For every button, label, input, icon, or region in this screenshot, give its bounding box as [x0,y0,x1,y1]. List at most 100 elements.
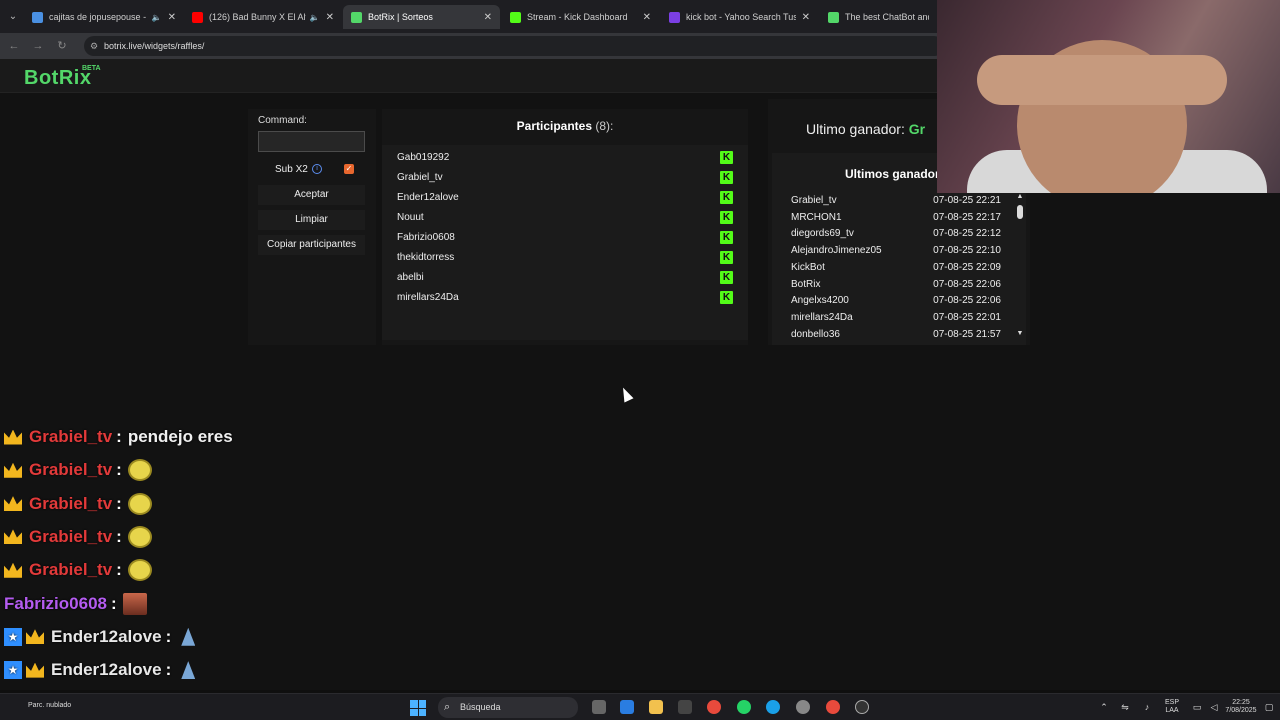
network-icon[interactable]: ⇋ [1120,702,1130,712]
store-icon[interactable] [678,700,692,714]
last-winner: Ultimo ganador: Gr [806,121,926,137]
scroll-thumb[interactable] [1017,205,1023,219]
kick-icon: K [720,251,733,264]
participant-row: Nouut K [397,210,733,226]
chat-username: Grabiel_tv [29,526,113,546]
mouse-cursor [618,385,634,403]
browser-tab[interactable]: cajitas de jopusepouse - Al 🔈 ✕ [24,5,184,29]
winner-row: donbello36 07-08-25 21:57 [791,328,1001,344]
copy-participants-button[interactable]: Copiar participantes [258,235,365,255]
crown-badge-icon [26,662,44,678]
accept-button[interactable]: Aceptar [258,185,365,205]
chrome-active-icon[interactable] [826,700,840,714]
winners-scrollbar[interactable]: ▲ ▼ [1016,193,1024,338]
participant-row: thekidtorress K [397,250,733,266]
winner-name: MRCHON1 [791,211,842,223]
browser-tab[interactable]: The best ChatBot and Widg [820,5,937,29]
command-input[interactable] [258,131,365,152]
taskbar-search-label: Búsqueda [460,702,501,712]
tray-chevron-icon[interactable]: ⌃ [1099,702,1109,712]
forward-icon[interactable]: → [30,38,46,54]
tab-close-icon[interactable]: ✕ [802,12,810,23]
chat-username: Ender12alove [51,626,162,646]
winner-row: Grabiel_tv 07-08-25 22:21 [791,194,1001,210]
file-explorer-icon[interactable] [649,700,663,714]
winner-name: BotRix [791,278,821,290]
winner-date: 07-08-25 22:01 [933,311,1001,323]
microphone-icon[interactable]: ♪ [1142,702,1152,712]
winner-row: mirellars24Da 07-08-25 22:01 [791,311,1001,327]
crown-badge-icon [4,429,22,445]
scroll-down-icon[interactable]: ▼ [1016,330,1024,338]
scroll-up-icon[interactable]: ▲ [1016,193,1024,201]
winner-date: 07-08-25 22:06 [933,278,1001,290]
star-badge-icon: ★ [4,661,22,680]
tab-audio-icon[interactable]: 🔈 [310,13,320,22]
winner-date: 07-08-25 22:17 [933,211,1001,223]
face-emote-icon [127,459,152,482]
winner-row: KickBot 07-08-25 22:09 [791,261,1001,277]
winner-name: AlejandroJimenez05 [791,245,882,257]
winner-date: 07-08-25 22:21 [933,195,1001,206]
site-info-icon[interactable]: ⚙ [90,41,100,51]
participant-row: Grabiel_tv K [397,170,733,186]
back-icon[interactable]: ← [6,38,22,54]
edge-icon[interactable] [766,700,780,714]
browser-tab[interactable]: Stream - Kick Dashboard ✕ [502,5,659,29]
crown-badge-icon [4,562,22,578]
copilot-icon[interactable] [620,700,634,714]
browser-tab[interactable]: BotRix | Sorteos ✕ [343,5,500,29]
tab-favicon-icon [351,11,362,23]
participant-row: mirellars24Da K [397,290,733,306]
participant-row: Fabrizio0608 K [397,230,733,246]
winner-row: MRCHON1 07-08-25 22:17 [791,211,1001,227]
sub-x2-option: Sub X2 i ✓ [258,163,365,177]
clear-button[interactable]: Limpiar [258,210,365,230]
taskbar-search[interactable]: ⌕ Búsqueda [438,697,578,718]
info-icon[interactable]: i [312,164,322,174]
winner-name: diegords69_tv [791,228,854,240]
chrome-icon[interactable] [707,700,721,714]
sub-x2-checkbox[interactable]: ✓ [344,164,354,174]
settings-gear-icon[interactable] [796,700,810,714]
chat-message: Grabiel_tv: [4,524,152,550]
whatsapp-icon[interactable] [737,700,751,714]
browser-tab[interactable]: kick bot - Yahoo Search Tus res ✕ [661,5,818,29]
tab-favicon-icon [828,11,839,23]
app-icon[interactable] [855,700,869,714]
reload-icon[interactable]: ↻ [54,38,70,54]
participant-name: thekidtorress [397,252,455,263]
display-icon[interactable]: ▭ [1192,702,1202,712]
crown-badge-icon [4,496,22,512]
tab-label: BotRix | Sorteos [368,12,433,22]
volume-icon[interactable]: ◁ [1209,702,1219,712]
winner-date: 07-08-25 22:09 [933,261,1001,273]
language-indicator[interactable]: ESP LAA [1160,699,1184,715]
participants-list: Gab019292 K Grabiel_tv K Ender12alove K Nouut K… [382,145,748,340]
clock[interactable]: 22:25 7/08/2025 [1222,699,1260,715]
browser-tab[interactable]: (126) Bad Bunny X El Alfa El 🔈 ✕ [184,5,342,29]
tab-close-icon[interactable]: ✕ [326,12,334,23]
face-emote-icon [127,525,152,548]
winner-date: 07-08-25 21:57 [933,328,1001,340]
windows-start-icon[interactable] [410,700,426,716]
winner-row: BotRix 07-08-25 22:06 [791,278,1001,294]
tab-audio-icon[interactable]: 🔈 [152,13,162,22]
kick-icon: K [720,291,733,304]
participant-name: mirellars24Da [397,292,459,303]
kick-icon: K [720,151,733,164]
star-badge-icon: ★ [4,627,22,646]
crown-badge-icon [26,629,44,645]
notifications-icon[interactable]: ▢ [1264,702,1274,712]
winner-name: Grabiel_tv [791,195,837,206]
windows-taskbar: Parc. nublado ⌕ Búsqueda ⌃ ⇋ ♪ ESP LAA ▭… [0,693,1280,720]
url-text: botrix.live/widgets/raffles/ [104,41,205,51]
weather-text[interactable]: Parc. nublado [28,702,88,710]
tab-close-icon[interactable]: ✕ [168,12,176,23]
chat-message: Grabiel_tv: [4,557,152,583]
tab-close-icon[interactable]: ✕ [484,12,492,23]
tab-search-icon[interactable]: ⌄ [4,8,22,26]
tab-close-icon[interactable]: ✕ [643,12,651,23]
task-view-icon[interactable] [592,700,606,714]
url-field[interactable]: ⚙ botrix.live/widgets/raffles/ [84,36,944,56]
